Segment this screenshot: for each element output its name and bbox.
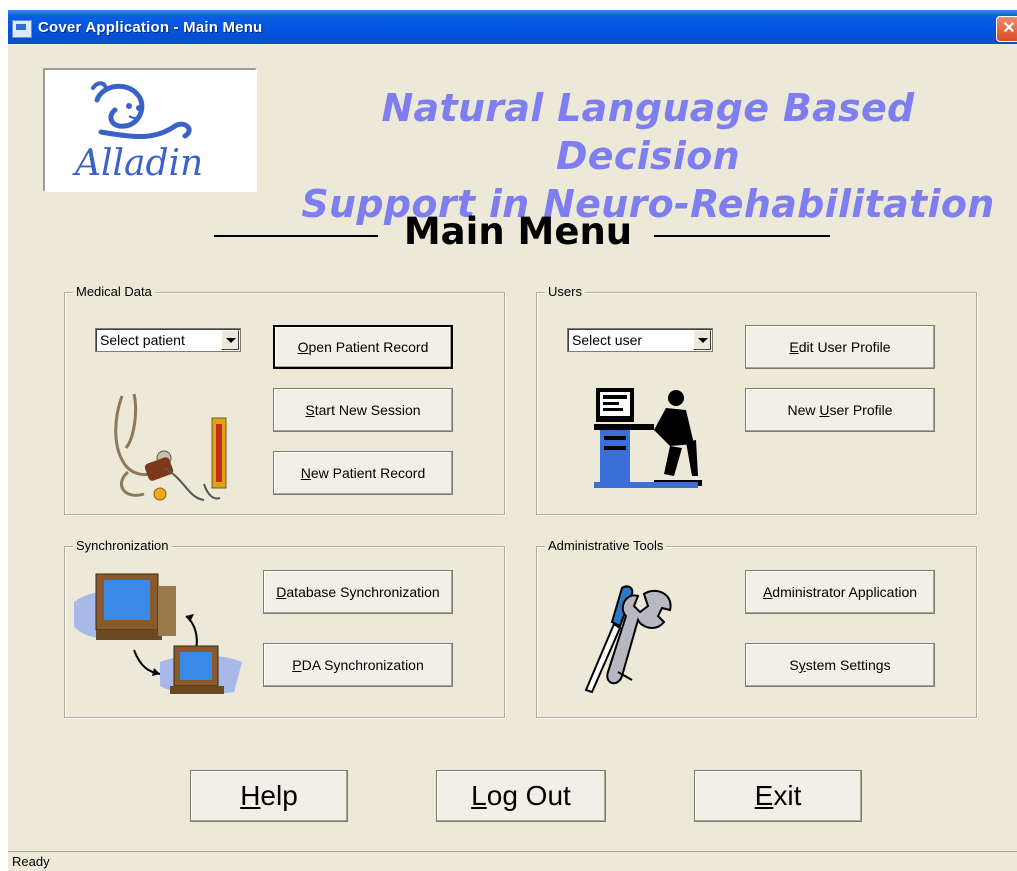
button-label-prefix: S bbox=[789, 657, 799, 673]
main-menu-title: Main Menu bbox=[403, 210, 633, 253]
administrator-application-button[interactable]: Administrator Application bbox=[745, 570, 935, 614]
mnemonic: P bbox=[292, 657, 302, 673]
main-window: Cover Application - Main Menu ✕ Alladin … bbox=[8, 10, 1017, 871]
system-settings-button[interactable]: System Settings bbox=[745, 643, 935, 687]
medical-data-label: Medical Data bbox=[73, 284, 155, 299]
button-label: dministrator Application bbox=[772, 584, 918, 600]
title-rule-right bbox=[654, 235, 830, 237]
button-label: elp bbox=[260, 780, 298, 811]
mnemonic: H bbox=[240, 780, 261, 811]
mnemonic: O bbox=[297, 339, 309, 355]
window-title: Cover Application - Main Menu bbox=[38, 19, 263, 36]
button-label: xit bbox=[773, 780, 802, 811]
headline-line-1: Natural Language Based Decision bbox=[381, 86, 915, 178]
chevron-down-icon[interactable] bbox=[221, 330, 239, 350]
stethoscope-sphygmomanometer-icon bbox=[114, 393, 227, 501]
mnemonic: y bbox=[798, 657, 806, 673]
database-synchronization-button[interactable]: Database Synchronization bbox=[263, 570, 453, 614]
mnemonic: S bbox=[305, 402, 315, 418]
button-label: og Out bbox=[486, 780, 571, 811]
select-patient-value: Select patient bbox=[100, 332, 185, 348]
title-rule-left bbox=[214, 235, 378, 237]
mnemonic: U bbox=[819, 402, 830, 418]
status-bar: Ready bbox=[8, 851, 1017, 871]
screwdriver-wrench-icon bbox=[584, 585, 672, 694]
mnemonic: L bbox=[471, 780, 487, 811]
mnemonic: A bbox=[762, 584, 773, 600]
headline: Natural Language Based Decision Support … bbox=[288, 84, 1008, 228]
button-label: ew Patient Record bbox=[310, 465, 426, 481]
users-label: Users bbox=[545, 284, 585, 299]
button-label: dit User Profile bbox=[798, 339, 891, 355]
alladin-logo: Alladin bbox=[43, 68, 257, 192]
new-patient-record-button[interactable]: New Patient Record bbox=[273, 451, 453, 495]
button-label: DA Synchronization bbox=[301, 657, 424, 673]
computers-sync-icon bbox=[74, 573, 242, 694]
start-new-session-button[interactable]: Start New Session bbox=[273, 388, 453, 432]
select-patient-combo[interactable]: Select patient bbox=[95, 328, 241, 352]
button-label: ser Profile bbox=[829, 402, 893, 418]
mnemonic: D bbox=[276, 584, 287, 600]
button-label: pen Patient Record bbox=[308, 339, 429, 355]
button-label: stem Settings bbox=[805, 657, 891, 673]
close-button[interactable]: ✕ bbox=[996, 16, 1017, 42]
mnemonic: E bbox=[789, 339, 799, 355]
title-bar[interactable]: Cover Application - Main Menu ✕ bbox=[8, 10, 1017, 44]
app-icon[interactable] bbox=[12, 20, 32, 38]
logo-text: Alladin bbox=[72, 143, 203, 184]
mnemonic: N bbox=[300, 465, 311, 481]
user-at-computer-icon bbox=[594, 388, 702, 488]
synchronization-label: Synchronization bbox=[73, 538, 172, 553]
exit-button[interactable]: Exit bbox=[694, 770, 862, 822]
button-label: atabase Synchronization bbox=[286, 584, 440, 600]
mnemonic: E bbox=[754, 780, 774, 811]
edit-user-profile-button[interactable]: Edit User Profile bbox=[745, 325, 935, 369]
new-user-profile-button[interactable]: New User Profile bbox=[745, 388, 935, 432]
select-user-combo[interactable]: Select user bbox=[567, 328, 713, 352]
logo-figure-icon: Alladin bbox=[72, 81, 203, 184]
status-text: Ready bbox=[12, 854, 50, 869]
pda-synchronization-button[interactable]: PDA Synchronization bbox=[263, 643, 453, 687]
chevron-down-icon[interactable] bbox=[693, 330, 711, 350]
log-out-button[interactable]: Log Out bbox=[436, 770, 606, 822]
button-label-prefix: New bbox=[787, 402, 820, 418]
help-button[interactable]: Help bbox=[190, 770, 348, 822]
select-user-value: Select user bbox=[572, 332, 643, 348]
administrative-tools-label: Administrative Tools bbox=[545, 538, 667, 553]
button-label: tart New Session bbox=[314, 402, 421, 418]
open-patient-record-button[interactable]: Open Patient Record bbox=[273, 325, 453, 369]
